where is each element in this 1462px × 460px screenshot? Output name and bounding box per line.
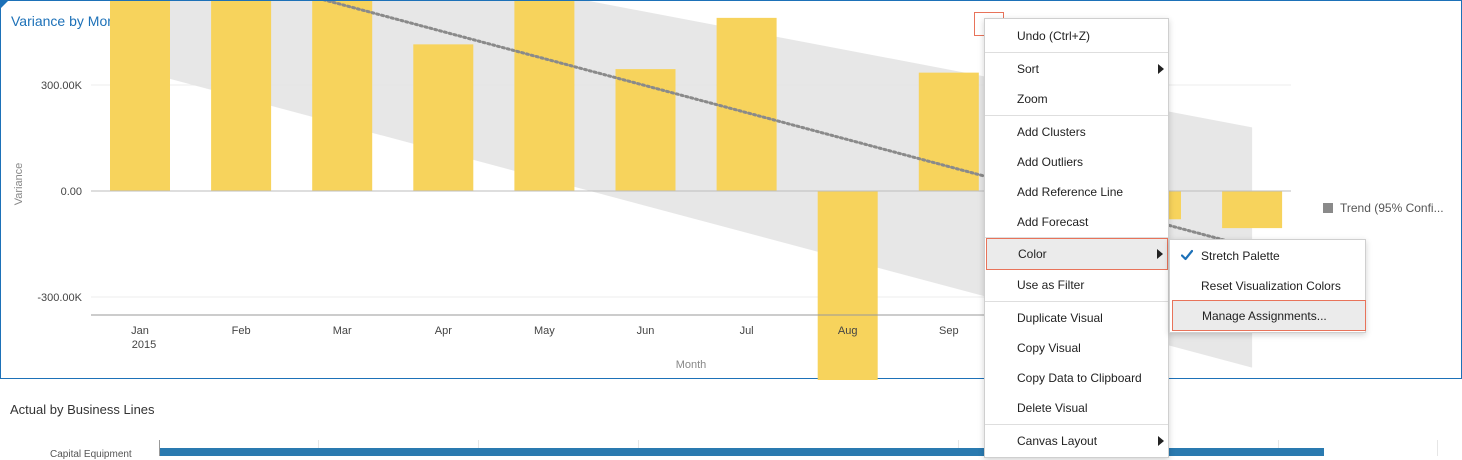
context-menu: Undo (Ctrl+Z) Sort Zoom Add Clusters Add… <box>984 18 1169 458</box>
x-tick-label: Sep <box>939 325 959 337</box>
chart-legend[interactable]: Trend (95% Confi... <box>1323 201 1444 215</box>
x-axis-title: Month <box>676 359 707 371</box>
bar-feb[interactable] <box>211 1 272 192</box>
submenu-reset-colors[interactable]: Reset Visualization Colors <box>1170 271 1365 301</box>
menu-duplicate-visual[interactable]: Duplicate Visual <box>985 303 1168 333</box>
y-tick-label: 300.00K <box>41 80 83 92</box>
submenu-arrow-icon <box>1158 64 1164 74</box>
menu-undo[interactable]: Undo (Ctrl+Z) <box>985 21 1168 51</box>
bar-jun[interactable] <box>615 69 676 191</box>
submenu-stretch-palette-label: Stretch Palette <box>1201 249 1280 263</box>
menu-separator <box>985 52 1168 53</box>
color-submenu: Stretch Palette Reset Visualization Colo… <box>1169 239 1366 333</box>
menu-color-label: Color <box>1018 247 1047 261</box>
menu-color[interactable]: Color <box>986 238 1168 270</box>
x-tick-label: May <box>534 325 555 337</box>
bar-apr[interactable] <box>413 44 474 191</box>
menu-delete-visual[interactable]: Delete Visual <box>985 393 1168 423</box>
bar-jan[interactable] <box>110 1 170 191</box>
bar-mar[interactable] <box>312 1 373 192</box>
bar-dec[interactable] <box>1222 191 1283 229</box>
x-tick-label: Apr <box>435 325 452 337</box>
menu-add-outliers[interactable]: Add Outliers <box>985 147 1168 177</box>
second-visual-title: Actual by Business Lines <box>10 402 155 417</box>
submenu-stretch-palette[interactable]: Stretch Palette <box>1170 241 1365 271</box>
x-tick-sublabel: 2015 <box>132 339 156 351</box>
menu-canvas-layout-label: Canvas Layout <box>1017 434 1098 448</box>
bar-may[interactable] <box>514 1 575 192</box>
menu-separator <box>985 301 1168 302</box>
x-tick-label: Mar <box>333 325 352 337</box>
y-tick-label: -300.00K <box>37 292 82 304</box>
x-tick-label: Jun <box>637 325 655 337</box>
business-line-label: Capital Equipment <box>50 449 132 460</box>
menu-separator <box>985 424 1168 425</box>
x-tick-label: Jan <box>131 325 149 337</box>
submenu-arrow-icon <box>1157 249 1163 259</box>
menu-add-reference-line[interactable]: Add Reference Line <box>985 177 1168 207</box>
menu-copy-data[interactable]: Copy Data to Clipboard <box>985 363 1168 393</box>
menu-sort[interactable]: Sort <box>985 54 1168 84</box>
menu-use-as-filter[interactable]: Use as Filter <box>985 270 1168 300</box>
submenu-arrow-icon <box>1158 436 1164 446</box>
checkmark-icon <box>1181 249 1193 261</box>
bar-aug[interactable] <box>817 191 878 380</box>
menu-zoom[interactable]: Zoom <box>985 84 1168 114</box>
legend-swatch-trend <box>1323 203 1333 213</box>
gridline <box>1437 440 1438 456</box>
legend-label-trend: Trend (95% Confi... <box>1340 201 1444 215</box>
submenu-manage-assignments[interactable]: Manage Assignments... <box>1172 300 1366 331</box>
bar-jul[interactable] <box>716 17 777 191</box>
menu-add-forecast[interactable]: Add Forecast <box>985 207 1168 237</box>
menu-canvas-layout[interactable]: Canvas Layout <box>985 426 1168 456</box>
x-tick-label: Aug <box>838 325 858 337</box>
menu-separator <box>985 115 1168 116</box>
menu-sort-label: Sort <box>1017 62 1040 76</box>
x-tick-label: Jul <box>740 325 754 337</box>
x-tick-label: Feb <box>232 325 251 337</box>
y-tick-label: 0.00 <box>61 186 82 198</box>
y-axis-title: Variance <box>13 163 25 206</box>
menu-copy-visual[interactable]: Copy Visual <box>985 333 1168 363</box>
menu-add-clusters[interactable]: Add Clusters <box>985 117 1168 147</box>
